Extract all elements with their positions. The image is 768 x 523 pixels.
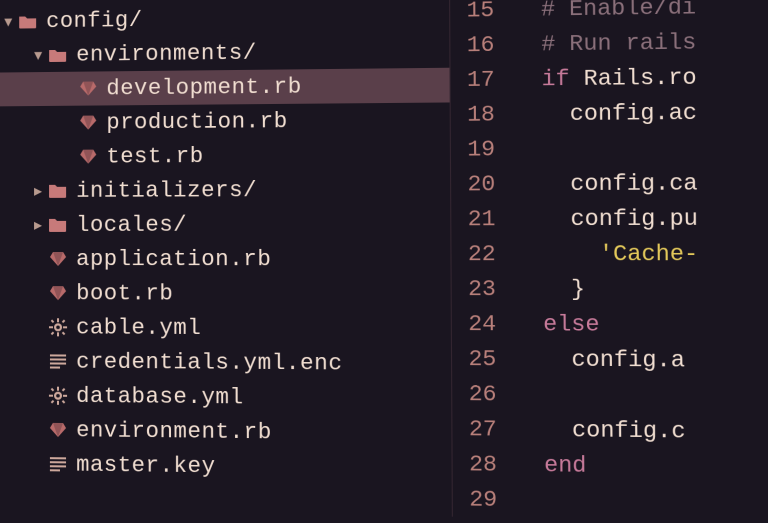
line-number: 29 (453, 483, 498, 519)
code-content[interactable]: # Enable/di # Run rails if Rails.ro conf… (509, 0, 701, 520)
file-row[interactable]: credentials.yml.enc (0, 344, 451, 381)
code-line[interactable]: config.pu (514, 202, 698, 238)
ruby-icon (46, 284, 70, 302)
ruby-icon (46, 250, 70, 268)
file-label: production.rb (106, 108, 288, 135)
folder-row[interactable]: ▾ config/ (0, 0, 449, 39)
code-line[interactable]: # Enable/di (513, 0, 696, 28)
folder-icon (46, 217, 70, 233)
code-token: 'Cache- (599, 241, 699, 267)
file-row[interactable]: boot.rb (0, 276, 451, 311)
file-row[interactable]: environment.rb (0, 412, 451, 451)
file-label: application.rb (76, 246, 271, 271)
line-number: 17 (450, 63, 494, 98)
ruby-icon (76, 79, 100, 97)
file-row[interactable]: application.rb (0, 242, 451, 277)
file-row[interactable]: database.yml (0, 378, 451, 416)
file-label: test.rb (106, 143, 203, 169)
line-number: 21 (451, 203, 495, 238)
code-token: } (515, 277, 585, 303)
ruby-icon (76, 148, 100, 166)
file-row[interactable]: test.rb (0, 137, 450, 174)
file-label: locales/ (76, 212, 187, 237)
code-token: end (516, 452, 587, 479)
code-line[interactable]: # Run rails (513, 26, 696, 63)
file-label: environment.rb (76, 418, 272, 445)
ruby-icon (46, 421, 70, 439)
folder-open-icon (16, 13, 40, 29)
folder-icon (46, 183, 70, 199)
file-label: config/ (46, 7, 142, 33)
code-token: config.c (516, 417, 686, 445)
file-label: development.rb (106, 74, 302, 101)
line-number: 22 (451, 238, 495, 273)
code-token: config.ca (514, 171, 698, 198)
ruby-icon (76, 113, 100, 131)
code-token (515, 242, 599, 268)
code-token: # Enable/di (513, 0, 696, 23)
chevron-down-icon: ▾ (30, 45, 46, 65)
line-number: 20 (451, 168, 495, 203)
line-number: 23 (452, 272, 496, 307)
chevron-right-icon: ▸ (30, 215, 46, 235)
line-number: 27 (452, 412, 497, 448)
code-line[interactable]: if Rails.ro (514, 61, 697, 98)
file-label: environments/ (76, 40, 257, 67)
code-token: else (515, 312, 600, 338)
code-token: .ro (654, 65, 697, 91)
folder-row[interactable]: ▸ initializers/ (0, 172, 450, 208)
code-token: Rails (584, 66, 655, 92)
line-number: 19 (451, 133, 495, 168)
line-number: 16 (450, 28, 494, 63)
file-row[interactable]: production.rb (0, 102, 450, 140)
line-number: 28 (453, 447, 498, 483)
file-label: initializers/ (76, 177, 257, 203)
line-number: 18 (451, 98, 495, 133)
code-line[interactable]: 'Cache- (515, 237, 699, 272)
file-explorer: ▾config/▾environments/development.rbprod… (0, 0, 452, 517)
code-token: config.a (515, 347, 685, 374)
code-token: config.pu (514, 206, 698, 232)
code-line[interactable]: config.c (516, 413, 700, 450)
code-token: config.ac (514, 100, 697, 127)
lines-icon (46, 457, 70, 471)
code-line[interactable]: config.a (515, 343, 699, 379)
folder-row[interactable]: ▾ environments/ (0, 33, 449, 72)
line-number: 26 (452, 377, 497, 412)
line-number: 15 (450, 0, 494, 29)
file-row[interactable]: master.key (0, 447, 452, 487)
lines-icon (46, 354, 70, 368)
code-editor[interactable]: 151617181920212223242526272829 # Enable/… (449, 0, 768, 522)
folder-open-icon (46, 47, 70, 63)
file-label: boot.rb (76, 281, 173, 306)
code-line[interactable]: config.ca (514, 167, 698, 203)
file-label: database.yml (76, 383, 243, 410)
chevron-down-icon: ▾ (0, 12, 16, 32)
code-line[interactable]: else (515, 308, 699, 344)
file-label: master.key (76, 452, 215, 479)
file-label: credentials.yml.enc (76, 349, 343, 376)
code-token: if (514, 66, 584, 92)
code-line[interactable] (516, 483, 700, 521)
code-line[interactable] (516, 378, 700, 415)
gear-icon (46, 387, 70, 405)
code-line[interactable] (514, 131, 698, 167)
line-number: 25 (452, 342, 497, 377)
file-label: cable.yml (76, 315, 201, 341)
gear-icon (46, 318, 70, 336)
code-line[interactable]: end (516, 448, 700, 486)
code-line[interactable]: config.ac (514, 96, 697, 132)
file-row[interactable]: cable.yml (0, 310, 451, 346)
code-line[interactable]: } (515, 273, 699, 309)
file-row[interactable]: development.rb (0, 68, 449, 107)
folder-row[interactable]: ▸ locales/ (0, 207, 450, 242)
line-number: 24 (452, 307, 496, 342)
code-token: # Run rails (513, 30, 696, 58)
line-number-gutter: 151617181920212223242526272829 (450, 0, 512, 518)
chevron-right-icon: ▸ (30, 181, 46, 201)
